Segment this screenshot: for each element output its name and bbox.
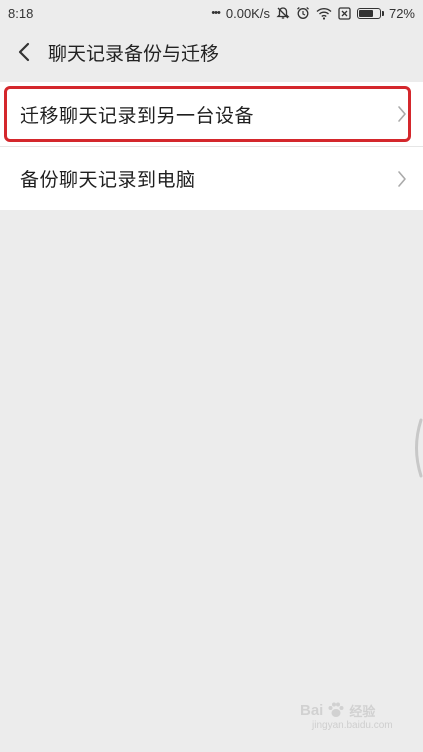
battery-icon: [356, 7, 384, 19]
status-bar: 8:18 ••• 0.00K/s 72%: [0, 0, 423, 26]
edge-handle[interactable]: [410, 418, 423, 478]
battery-percent: 72%: [388, 5, 415, 21]
sim-x-icon: [338, 6, 351, 20]
watermark-url: jingyan.baidu.com: [312, 720, 393, 731]
list-item-label: 备份聊天记录到电脑: [20, 169, 196, 191]
alarm-icon: [296, 6, 310, 20]
migrate-chat-history-item[interactable]: 迁移聊天记录到另一台设备: [0, 82, 423, 146]
watermark-text: Bai: [300, 701, 324, 719]
back-button[interactable]: [2, 30, 46, 74]
status-time: 8:18: [8, 5, 34, 21]
more-dots: •••: [211, 7, 221, 19]
chevron-left-icon: [18, 42, 30, 62]
page-title: 聊天记录备份与迁移: [48, 42, 220, 65]
status-icons: ••• 0.00K/s 72%: [211, 6, 415, 21]
chevron-right-icon: [397, 170, 407, 188]
paw-icon: [328, 702, 344, 717]
baidu-watermark: Bai 经验: [300, 700, 375, 720]
menu-list: 迁移聊天记录到另一台设备 备份聊天记录到电脑: [0, 82, 423, 210]
mute-bell-icon: [276, 6, 290, 20]
chevron-right-icon: [397, 105, 407, 123]
backup-to-pc-item[interactable]: 备份聊天记录到电脑: [0, 146, 423, 210]
network-speed: 0.00K/s: [225, 5, 270, 21]
wifi-icon: [316, 7, 332, 20]
watermark-suffix: 经验: [349, 703, 376, 719]
list-item-label: 迁移聊天记录到另一台设备: [20, 104, 255, 127]
title-bar: 聊天记录备份与迁移: [0, 26, 423, 78]
